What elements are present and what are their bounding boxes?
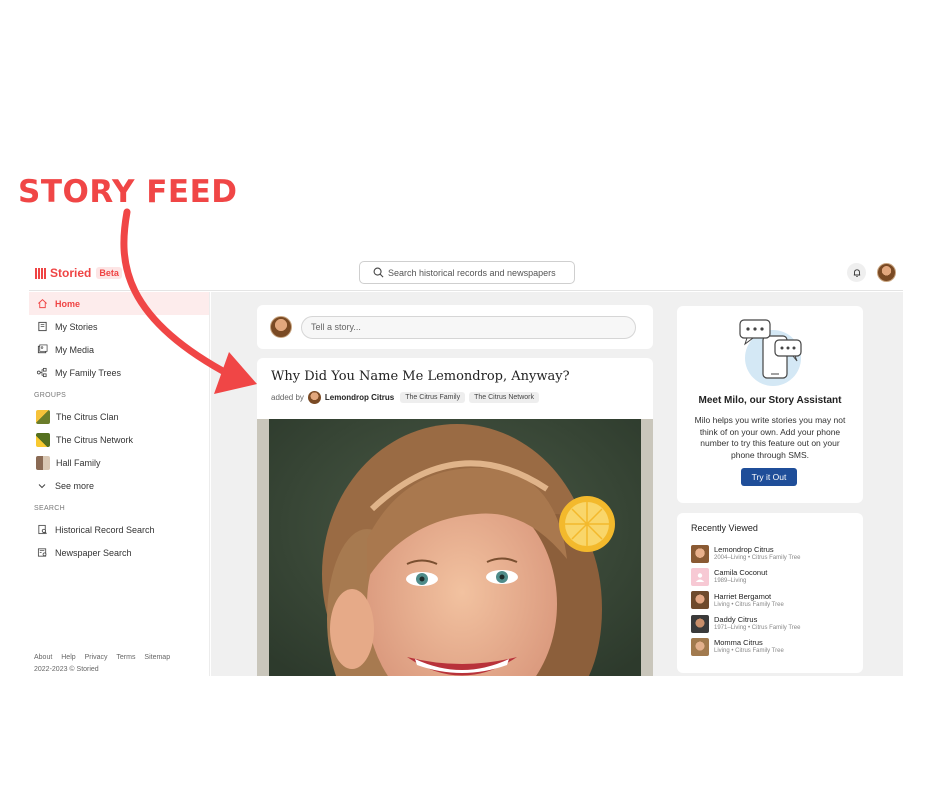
search-icon xyxy=(373,267,384,278)
footer-link-privacy[interactable]: Privacy xyxy=(85,654,108,661)
book-icon xyxy=(36,321,48,333)
main-content: Tell a story... Why Did You Name Me Lemo… xyxy=(211,292,903,676)
sidebar-item-label: Newspaper Search xyxy=(55,547,132,558)
groups-section-label: GROUPS xyxy=(34,392,67,399)
tell-a-story-input[interactable]: Tell a story... xyxy=(301,315,636,339)
person-name: Lemondrop Citrus xyxy=(714,545,774,555)
person-thumbnail xyxy=(691,544,709,563)
person-name: Harriet Bergamot xyxy=(714,591,772,601)
group-label: The Citrus Network xyxy=(56,434,134,445)
sidebar-item-label: My Family Trees xyxy=(55,367,122,378)
author-avatar xyxy=(307,391,321,404)
search-input[interactable]: Search historical records and newspapers xyxy=(359,261,575,284)
sidebar-item-home[interactable]: Home xyxy=(29,292,209,315)
storied-app: Storied Beta Search historical records a… xyxy=(29,257,903,676)
sidebar-item-label: Home xyxy=(55,298,81,309)
person-meta: 2004–Living • Citrus Family Tree xyxy=(714,555,801,562)
person-name: Camila Coconut xyxy=(714,568,768,578)
list-item[interactable]: Harriet Bergamot Living • Citrus Family … xyxy=(691,589,856,612)
media-icon xyxy=(36,344,48,356)
story-photo-illustration xyxy=(257,419,653,676)
group-thumbnail xyxy=(36,432,50,447)
milo-description: Milo helps you write stories you may not… xyxy=(694,415,846,460)
top-bar: Storied Beta Search historical records a… xyxy=(29,257,903,291)
story-composer: Tell a story... xyxy=(257,305,653,349)
avatar xyxy=(270,316,292,338)
recently-viewed-title: Recently Viewed xyxy=(691,523,758,533)
story-tag[interactable]: The Citrus Family xyxy=(400,392,466,403)
recently-viewed-card: Recently Viewed Lemondrop Citrus 2004–Li… xyxy=(677,513,863,673)
group-label: Hall Family xyxy=(56,457,101,468)
list-item[interactable]: Momma Citrus Living • Citrus Family Tree xyxy=(691,635,856,658)
person-thumbnail xyxy=(691,637,709,656)
person-meta: Living • Citrus Family Tree xyxy=(714,648,784,655)
notification-button[interactable] xyxy=(847,263,866,282)
footer-link-about[interactable]: About xyxy=(34,654,52,661)
recently-viewed-list: Lemondrop Citrus 2004–Living • Citrus Fa… xyxy=(691,542,856,658)
copyright: 2022-2023 © Storied xyxy=(34,666,99,673)
record-search-icon xyxy=(36,524,48,536)
sidebar-item-my-stories[interactable]: My Stories xyxy=(29,315,209,338)
footer-link-help[interactable]: Help xyxy=(61,654,75,661)
newspaper-icon xyxy=(36,547,48,559)
story-feed-annotation: STORY FEED xyxy=(18,174,238,210)
search-section-label: SEARCH xyxy=(34,505,65,512)
try-it-out-button[interactable]: Try it Out xyxy=(741,468,797,486)
group-thumbnail xyxy=(36,409,50,424)
logo-mark-icon xyxy=(35,267,46,279)
story-author[interactable]: Lemondrop Citrus xyxy=(325,393,394,402)
list-item[interactable]: Camila Coconut 1989–Living xyxy=(691,565,856,588)
list-item[interactable]: Lemondrop Citrus 2004–Living • Citrus Fa… xyxy=(691,542,856,565)
story-tag[interactable]: The Citrus Network xyxy=(469,392,540,403)
logo-text: Storied xyxy=(50,266,92,280)
footer-link-terms[interactable]: Terms xyxy=(116,654,135,661)
person-thumbnail xyxy=(691,591,709,610)
sidebar-item-label: Historical Record Search xyxy=(55,524,155,535)
milo-title: Meet Milo, our Story Assistant xyxy=(698,395,842,406)
person-meta: 1989–Living xyxy=(714,578,747,585)
person-name: Daddy Citrus xyxy=(714,615,758,625)
person-placeholder-icon xyxy=(691,567,709,586)
beta-badge: Beta xyxy=(96,267,122,279)
sidebar-item-label: My Media xyxy=(55,344,95,355)
footer-link-sitemap[interactable]: Sitemap xyxy=(144,654,170,661)
see-more-label: See more xyxy=(55,480,95,491)
person-meta: Living • Citrus Family Tree xyxy=(714,601,784,608)
chevron-down-icon xyxy=(36,480,48,492)
see-more-button[interactable]: See more xyxy=(29,474,209,497)
sidebar-group-citrus-network[interactable]: The Citrus Network xyxy=(29,428,209,451)
sidebar-item-my-family-trees[interactable]: My Family Trees xyxy=(29,361,209,384)
sidebar-footer: About Help Privacy Terms Sitemap 2022-20… xyxy=(34,652,177,676)
added-by-label: added by xyxy=(271,393,304,402)
sidebar-item-my-media[interactable]: My Media xyxy=(29,338,209,361)
home-icon xyxy=(36,298,48,310)
group-thumbnail xyxy=(36,455,50,470)
bell-icon xyxy=(853,268,860,277)
milo-assistant-card: Meet Milo, our Story Assistant Milo help… xyxy=(677,306,863,503)
story-image[interactable] xyxy=(257,419,653,676)
sidebar-item-newspaper-search[interactable]: Newspaper Search xyxy=(29,541,209,564)
person-thumbnail xyxy=(691,614,709,633)
sidebar-group-citrus-clan[interactable]: The Citrus Clan xyxy=(29,405,209,428)
tree-icon xyxy=(36,367,48,379)
chat-phone-icon xyxy=(739,319,802,386)
list-item[interactable]: Daddy Citrus 1971–Living • Citrus Family… xyxy=(691,612,856,635)
search-placeholder: Search historical records and newspapers xyxy=(388,267,556,278)
story-card[interactable]: Why Did You Name Me Lemondrop, Anyway? a… xyxy=(257,358,653,676)
sidebar-group-hall-family[interactable]: Hall Family xyxy=(29,451,209,474)
profile-avatar[interactable] xyxy=(877,263,896,282)
sidebar-item-label: My Stories xyxy=(55,321,98,332)
group-label: The Citrus Clan xyxy=(56,411,119,422)
person-meta: 1971–Living • Citrus Family Tree xyxy=(714,625,801,632)
sidebar-item-historical-record-search[interactable]: Historical Record Search xyxy=(29,518,209,541)
sidebar: Home My Stories My Media My Family Trees… xyxy=(29,292,210,676)
storied-logo[interactable]: Storied Beta xyxy=(35,266,122,280)
story-byline: added by Lemondrop Citrus The Citrus Fam… xyxy=(271,391,543,404)
person-name: Momma Citrus xyxy=(714,638,763,648)
story-title[interactable]: Why Did You Name Me Lemondrop, Anyway? xyxy=(271,369,570,384)
